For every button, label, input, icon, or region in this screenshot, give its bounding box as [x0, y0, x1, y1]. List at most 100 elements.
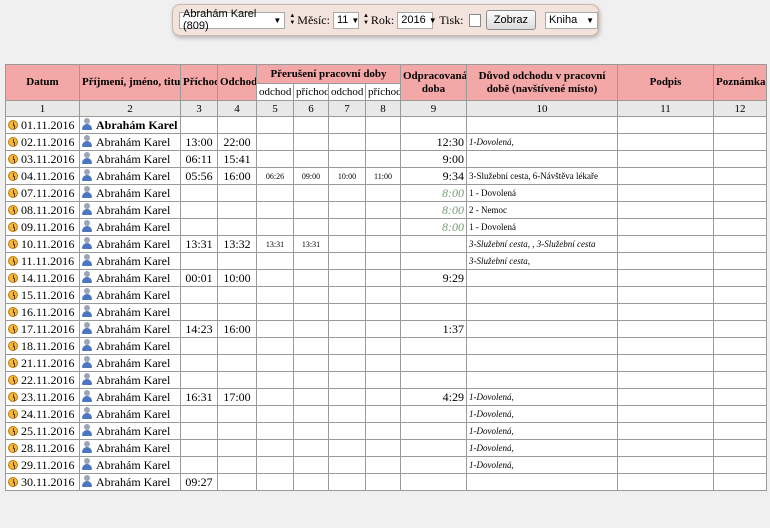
- date-cell[interactable]: 18.11.2016: [5, 337, 80, 355]
- arrival-cell: [180, 439, 218, 457]
- clock-icon[interactable]: [8, 221, 18, 232]
- month-spinner[interactable]: ▲ ▼: [289, 13, 295, 27]
- name-cell[interactable]: Abrahám Karel: [79, 320, 181, 338]
- user-icon[interactable]: [82, 474, 92, 487]
- date-cell[interactable]: 11.11.2016: [5, 252, 80, 270]
- clock-icon[interactable]: [8, 340, 18, 351]
- year-spinner[interactable]: ▲ ▼: [363, 13, 369, 27]
- name-cell[interactable]: Abrahám Karel: [79, 116, 181, 134]
- name-cell[interactable]: Abrahám Karel: [79, 405, 181, 423]
- user-icon[interactable]: [82, 389, 92, 402]
- user-icon[interactable]: [82, 321, 92, 334]
- date-cell[interactable]: 03.11.2016: [5, 150, 80, 168]
- name-cell[interactable]: Abrahám Karel: [79, 218, 181, 236]
- user-icon[interactable]: [82, 202, 92, 215]
- name-cell[interactable]: Abrahám Karel: [79, 388, 181, 406]
- clock-icon[interactable]: [8, 459, 18, 470]
- name-cell[interactable]: Abrahám Karel: [79, 439, 181, 457]
- clock-icon[interactable]: [8, 153, 18, 164]
- date-cell[interactable]: 28.11.2016: [5, 439, 80, 457]
- name-cell[interactable]: Abrahám Karel: [79, 473, 181, 491]
- clock-icon[interactable]: [8, 306, 18, 317]
- date-cell[interactable]: 02.11.2016: [5, 133, 80, 151]
- clock-icon[interactable]: [8, 204, 18, 215]
- date-cell[interactable]: 24.11.2016: [5, 405, 80, 423]
- name-cell[interactable]: Abrahám Karel: [79, 269, 181, 287]
- user-icon[interactable]: [82, 304, 92, 317]
- date-cell[interactable]: 14.11.2016: [5, 269, 80, 287]
- show-button[interactable]: Zobraz: [485, 10, 537, 30]
- user-icon[interactable]: [82, 270, 92, 283]
- clock-icon[interactable]: [8, 272, 18, 283]
- name-cell[interactable]: Abrahám Karel: [79, 286, 181, 304]
- user-icon[interactable]: [82, 219, 92, 232]
- date-cell[interactable]: 22.11.2016: [5, 371, 80, 389]
- user-icon[interactable]: [82, 372, 92, 385]
- user-icon[interactable]: [82, 355, 92, 368]
- date-cell[interactable]: 10.11.2016: [5, 235, 80, 253]
- name-cell[interactable]: Abrahám Karel: [79, 150, 181, 168]
- clock-icon[interactable]: [8, 170, 18, 181]
- date-cell[interactable]: 17.11.2016: [5, 320, 80, 338]
- user-icon[interactable]: [82, 440, 92, 453]
- name-cell[interactable]: Abrahám Karel: [79, 252, 181, 270]
- user-icon[interactable]: [82, 457, 92, 470]
- employee-select[interactable]: Abrahám Karel (809) ▼: [179, 8, 286, 32]
- clock-icon[interactable]: [8, 442, 18, 453]
- name-cell[interactable]: Abrahám Karel: [79, 303, 181, 321]
- clock-icon[interactable]: [8, 357, 18, 368]
- clock-icon[interactable]: [8, 374, 18, 385]
- date-cell[interactable]: 15.11.2016: [5, 286, 80, 304]
- name-cell[interactable]: Abrahám Karel: [79, 201, 181, 219]
- clock-icon[interactable]: [8, 476, 18, 487]
- user-icon[interactable]: [82, 134, 92, 147]
- date-cell[interactable]: 25.11.2016: [5, 422, 80, 440]
- user-icon[interactable]: [82, 168, 92, 181]
- user-icon[interactable]: [82, 253, 92, 266]
- date-cell[interactable]: 01.11.2016: [5, 116, 80, 134]
- date-cell[interactable]: 23.11.2016: [5, 388, 80, 406]
- user-icon[interactable]: [82, 185, 92, 198]
- clock-icon[interactable]: [8, 136, 18, 147]
- date-cell[interactable]: 21.11.2016: [5, 354, 80, 372]
- clock-icon[interactable]: [8, 408, 18, 419]
- user-icon[interactable]: [82, 423, 92, 436]
- year-select[interactable]: 2016 ▼: [397, 11, 437, 29]
- date-cell[interactable]: 08.11.2016: [5, 201, 80, 219]
- view-select[interactable]: Kniha ▼: [545, 11, 598, 29]
- name-cell[interactable]: Abrahám Karel: [79, 456, 181, 474]
- date-cell[interactable]: 30.11.2016: [5, 473, 80, 491]
- user-icon[interactable]: [82, 338, 92, 351]
- date-cell[interactable]: 29.11.2016: [5, 456, 80, 474]
- date-cell[interactable]: 16.11.2016: [5, 303, 80, 321]
- month-select[interactable]: 11 ▼: [332, 11, 359, 29]
- user-icon[interactable]: [82, 236, 92, 249]
- name-cell[interactable]: Abrahám Karel: [79, 235, 181, 253]
- leave-2-cell: [328, 218, 366, 236]
- user-icon[interactable]: [82, 151, 92, 164]
- date-cell[interactable]: 07.11.2016: [5, 184, 80, 202]
- name-cell[interactable]: Abrahám Karel: [79, 371, 181, 389]
- clock-icon[interactable]: [8, 391, 18, 402]
- user-icon[interactable]: [82, 117, 92, 130]
- name-cell[interactable]: Abrahám Karel: [79, 422, 181, 440]
- name-cell[interactable]: Abrahám Karel: [79, 354, 181, 372]
- name-cell[interactable]: Abrahám Karel: [79, 184, 181, 202]
- user-icon[interactable]: [82, 287, 92, 300]
- leave-1-cell: [256, 218, 294, 236]
- clock-icon[interactable]: [8, 323, 18, 334]
- name-cell[interactable]: Abrahám Karel: [79, 167, 181, 185]
- clock-icon[interactable]: [8, 238, 18, 249]
- print-checkbox[interactable]: [468, 13, 481, 27]
- name-cell[interactable]: Abrahám Karel: [79, 133, 181, 151]
- clock-icon[interactable]: [8, 255, 18, 266]
- clock-icon[interactable]: [8, 289, 18, 300]
- clock-icon[interactable]: [8, 119, 18, 130]
- clock-icon[interactable]: [8, 425, 18, 436]
- date-cell[interactable]: 04.11.2016: [5, 167, 80, 185]
- clock-icon[interactable]: [8, 187, 18, 198]
- user-icon[interactable]: [82, 406, 92, 419]
- name-cell[interactable]: Abrahám Karel: [79, 337, 181, 355]
- signature-cell: [617, 235, 714, 253]
- date-cell[interactable]: 09.11.2016: [5, 218, 80, 236]
